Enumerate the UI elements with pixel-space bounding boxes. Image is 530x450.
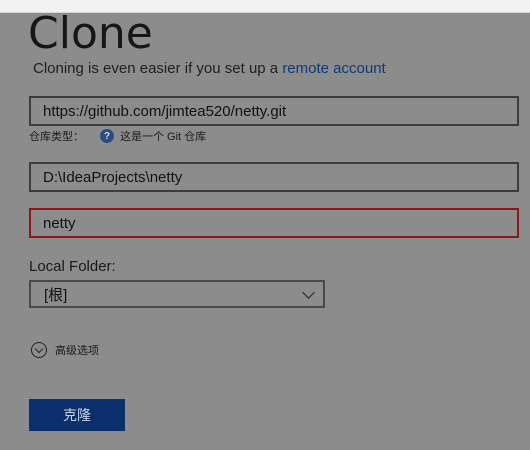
repository-url-field[interactable] — [29, 96, 519, 126]
local-path-input[interactable] — [31, 164, 517, 190]
advanced-options-label: 高级选项 — [55, 345, 99, 357]
local-folder-select[interactable]: [根] — [29, 280, 325, 308]
circle-chevron-down-icon — [31, 342, 47, 358]
remote-account-link[interactable]: remote account — [282, 60, 385, 77]
local-folder-selected-value: [根] — [44, 286, 68, 304]
repository-name-input[interactable] — [31, 210, 517, 236]
clone-button[interactable]: 克隆 — [29, 399, 125, 431]
chevron-down-icon — [302, 285, 315, 299]
repository-url-input[interactable] — [31, 98, 517, 124]
local-path-field[interactable] — [29, 162, 519, 192]
local-folder-label: Local Folder: — [29, 258, 116, 275]
repository-type-hint: 仓库类型： ? 这是一个 Git 仓库 — [29, 128, 206, 144]
subtitle-text: Cloning is even easier if you set up a — [33, 60, 283, 77]
repository-type-value: 这是一个 Git 仓库 — [120, 131, 207, 143]
repository-type-label: 仓库类型： — [29, 131, 84, 143]
advanced-options-toggle[interactable]: 高级选项 — [31, 342, 99, 358]
repository-name-field[interactable] — [29, 208, 519, 238]
subtitle: Cloning is even easier if you set up a r… — [33, 60, 386, 77]
page-title: Clone — [28, 8, 153, 59]
help-circle-icon[interactable]: ? — [100, 129, 114, 143]
